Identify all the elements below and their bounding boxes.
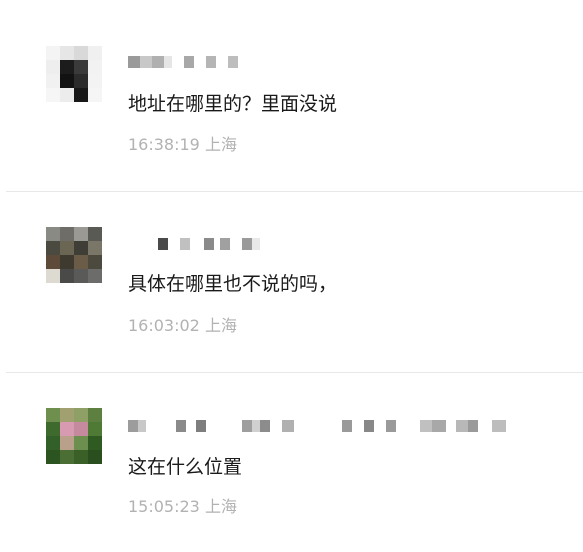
comment-location: 上海 — [204, 316, 237, 335]
comment-item: 这在什么位置 15:05:23 上海 — [0, 373, 583, 552]
comment-item: 具体在哪里也不说的吗， 16:03:02 上海 — [0, 192, 583, 372]
comment-time: 16:03:02 — [128, 316, 200, 335]
comment-meta: 16:03:02 上海 — [128, 316, 237, 336]
comment-item: 地址在哪里的？里面没说 16:38:19 上海 — [0, 0, 583, 191]
comment-meta: 15:05:23 上海 — [128, 497, 237, 517]
comment-text: 具体在哪里也不说的吗， — [128, 273, 338, 295]
comment-meta: 16:38:19 上海 — [128, 135, 237, 155]
avatar[interactable] — [46, 408, 102, 464]
comment-text: 地址在哪里的？里面没说 — [128, 93, 338, 115]
comment-location: 上海 — [204, 497, 237, 516]
comment-time: 16:38:19 — [128, 135, 200, 154]
username-blurred[interactable] — [128, 238, 260, 250]
username-blurred[interactable] — [128, 420, 506, 432]
comment-location: 上海 — [204, 135, 237, 154]
comment-text: 这在什么位置 — [128, 456, 243, 478]
avatar[interactable] — [46, 46, 102, 102]
comment-time: 15:05:23 — [128, 497, 200, 516]
avatar[interactable] — [46, 227, 102, 283]
username-blurred[interactable] — [128, 56, 238, 68]
